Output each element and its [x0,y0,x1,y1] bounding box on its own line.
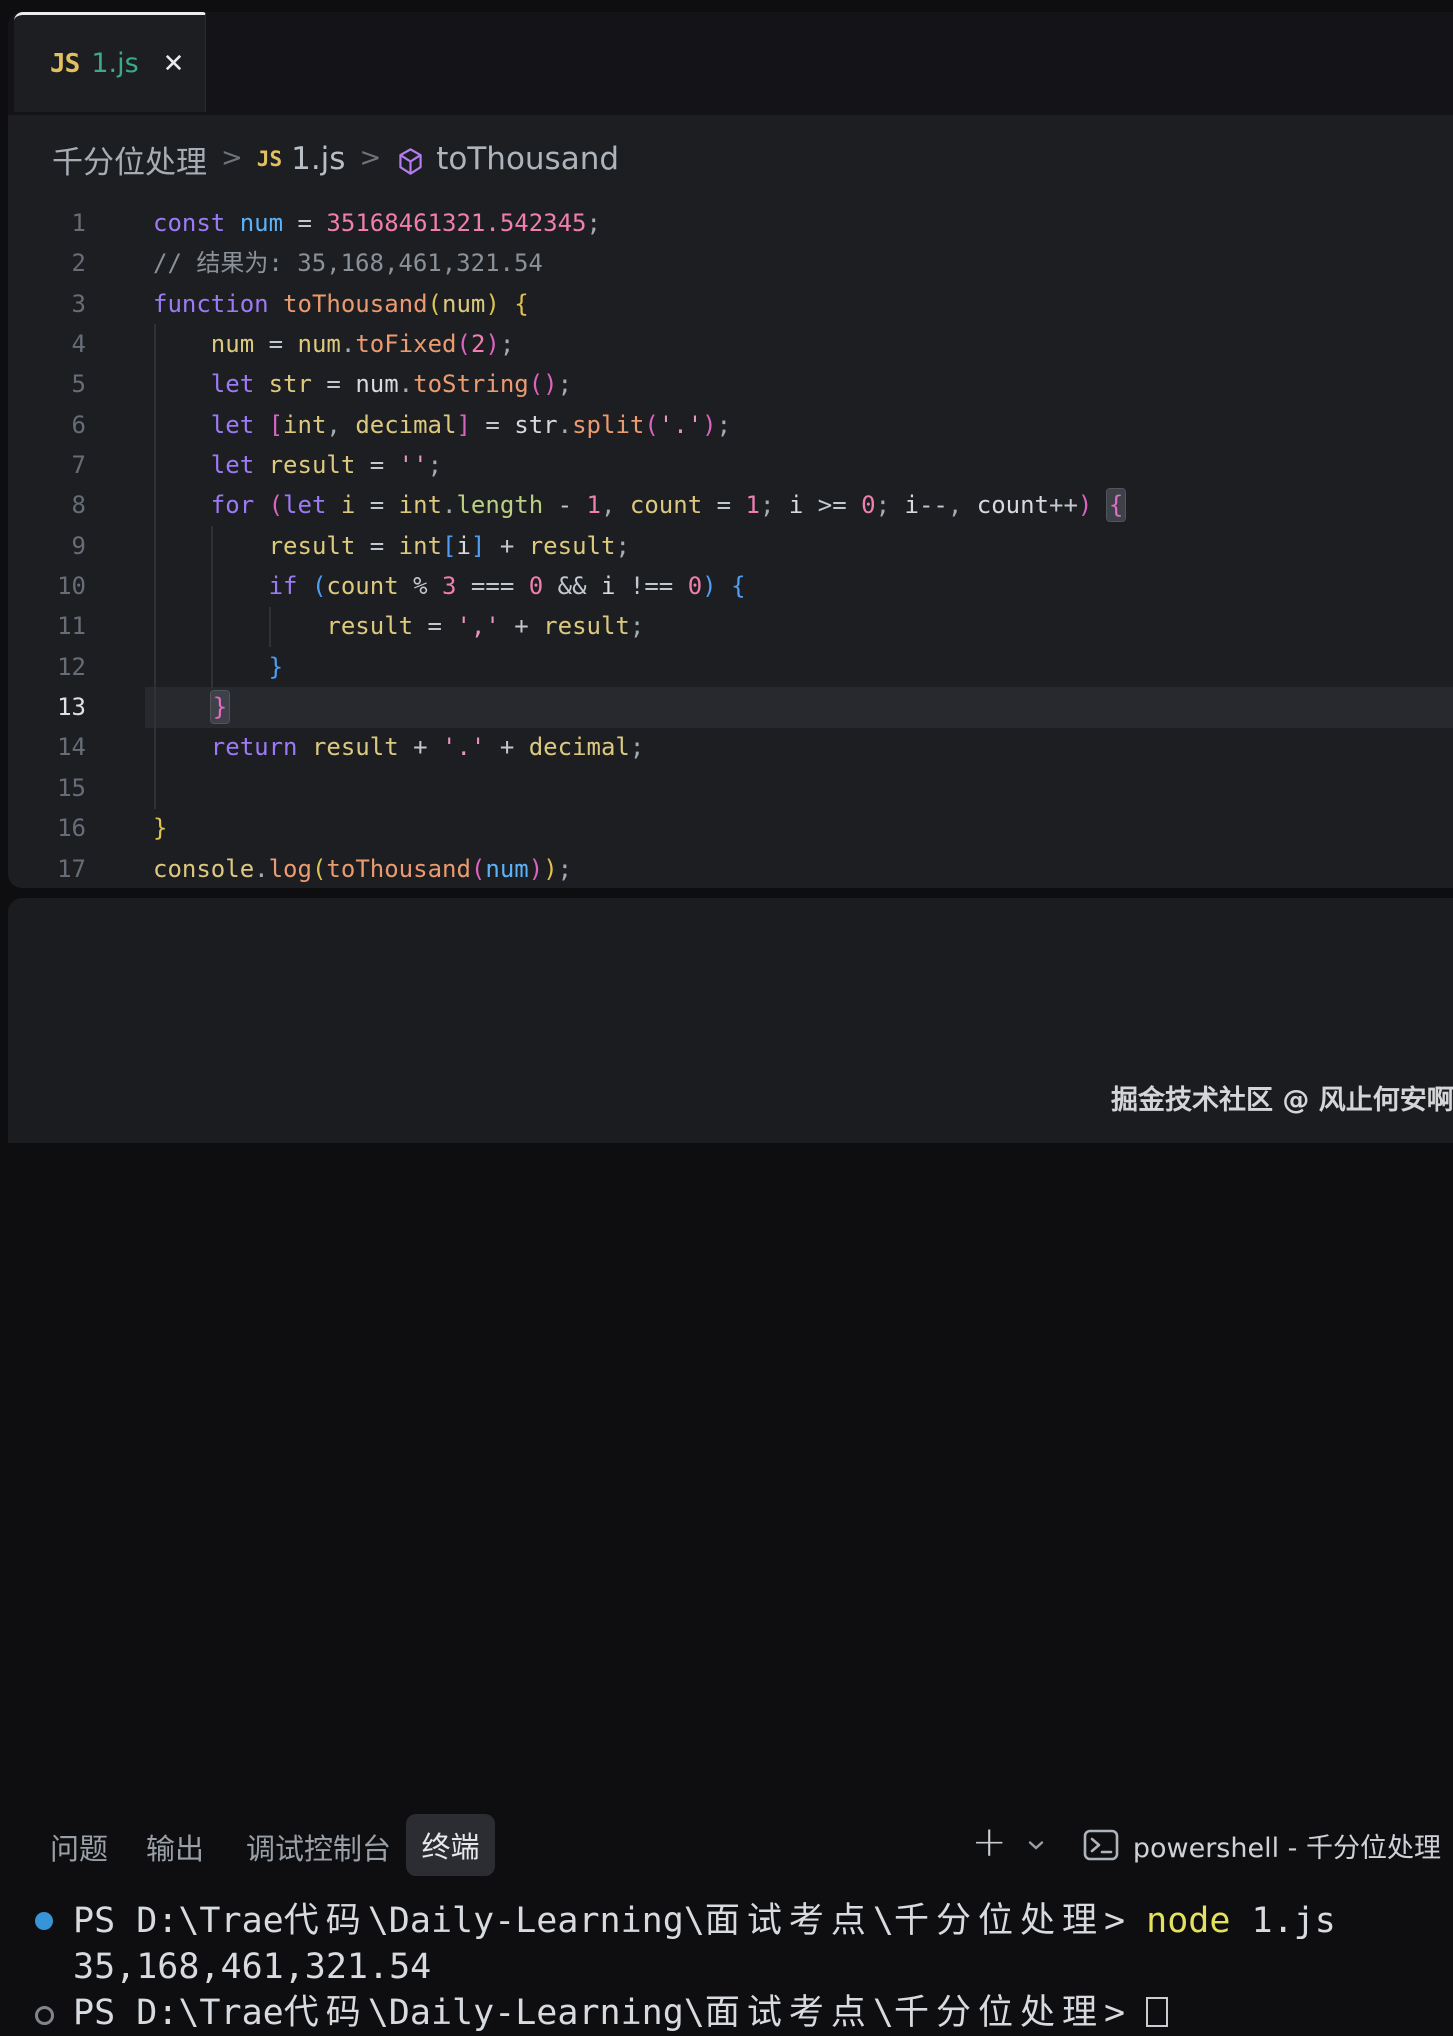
terminal-line: 35,168,461,321.54 [73,1944,1453,1990]
code-line-5[interactable]: let str = num.toString(); [153,364,1453,404]
panel-tab-terminal-label: 终端 [421,1824,479,1866]
line-number: 16 [8,808,86,848]
code-line-8[interactable]: for (let i = int.length - 1, count = 1; … [153,485,1453,525]
tab-file-name: 1.js [91,48,138,79]
line-number: 9 [8,526,86,566]
code-line-1[interactable]: const num = 35168461321.542345; [153,203,1453,243]
breadcrumb-file[interactable]: 1.js [291,141,345,177]
panel-actions: + powershell - 千分位处理 [972,1814,1441,1876]
tab-bar: JS 1.js ✕ [8,12,1453,115]
code-line-13[interactable]: } [153,687,1453,727]
code-line-11[interactable]: result = ',' + result; [153,606,1453,646]
line-number: 2 [8,243,86,283]
line-number: 12 [8,647,86,687]
line-number: 5 [8,364,86,404]
code-line-7[interactable]: let result = ''; [153,445,1453,485]
breadcrumb: 千分位处理 > JS 1.js > toThousand [8,115,619,203]
line-number: 8 [8,485,86,525]
line-number: 15 [8,768,86,808]
gutter: 1234567891011121314151617 [8,203,86,889]
line-number: 10 [8,566,86,606]
tab-1js[interactable]: JS 1.js ✕ [14,12,206,112]
line-number: 4 [8,324,86,364]
code-line-2[interactable]: // 结果为: 35,168,461,321.54 [153,243,1453,283]
javascript-file-icon: JS [257,147,282,171]
line-number: 7 [8,445,86,485]
terminal-icon [1083,1829,1119,1861]
line-number: 11 [8,606,86,646]
close-tab-icon[interactable]: ✕ [163,49,185,79]
panel-tab-output[interactable]: 输出 [146,1826,204,1868]
code-line-15[interactable] [153,768,1453,808]
terminal-content[interactable]: PS D:\Trae代码\Daily-Learning\面试考点\千分位处理> … [73,1898,1453,2036]
breadcrumb-symbol[interactable]: toThousand [436,141,619,177]
terminal-session-label[interactable]: powershell - 千分位处理 [1133,1826,1441,1865]
code-line-6[interactable]: let [int, decimal] = str.split('.'); [153,405,1453,445]
command-success-dot-icon [35,1912,53,1930]
code-lines: const num = 35168461321.542345;// 结果为: 3… [153,203,1453,889]
panel-tab-terminal[interactable]: 终端 [406,1814,495,1876]
code-line-4[interactable]: num = num.toFixed(2); [153,324,1453,364]
line-number: 13 [8,687,86,727]
terminal-line: PS D:\Trae代码\Daily-Learning\面试考点\千分位处理> … [73,1898,1453,1944]
code-editor[interactable]: 1234567891011121314151617 const num = 35… [8,203,1453,888]
line-number: 1 [8,203,86,243]
terminal-line: PS D:\Trae代码\Daily-Learning\面试考点\千分位处理> [73,1990,1453,2036]
chevron-right-icon: > [221,143,243,173]
command-prompt-dot-icon [35,2006,54,2025]
watermark: 掘金技术社区 @ 风止何安啊 [1111,1078,1453,1117]
line-number: 3 [8,284,86,324]
code-line-10[interactable]: if (count % 3 === 0 && i !== 0) { [153,566,1453,606]
code-line-17[interactable]: console.log(toThousand(num)); [153,849,1453,889]
chevron-right-icon: > [359,143,381,173]
line-number: 17 [8,849,86,889]
code-line-14[interactable]: return result + '.' + decimal; [153,727,1453,767]
breadcrumb-folder[interactable]: 千分位处理 [52,137,207,182]
symbol-method-icon [395,146,426,177]
code-line-3[interactable]: function toThousand(num) { [153,284,1453,324]
javascript-file-icon: JS [50,49,79,79]
code-line-9[interactable]: result = int[i] + result; [153,526,1453,566]
chevron-down-icon[interactable] [1027,1839,1045,1851]
panel-tab-problems[interactable]: 问题 [50,1826,108,1868]
editor-group: JS 1.js ✕ 千分位处理 > JS 1.js > toThousand 1… [8,12,1453,888]
line-number: 14 [8,727,86,767]
code-line-16[interactable]: } [153,808,1453,848]
panel-tab-debug-console[interactable]: 调试控制台 [246,1826,391,1868]
code-line-12[interactable]: } [153,647,1453,687]
line-number: 6 [8,405,86,445]
terminal-cursor [1146,1997,1168,2027]
new-terminal-button[interactable]: + [972,1821,1007,1863]
